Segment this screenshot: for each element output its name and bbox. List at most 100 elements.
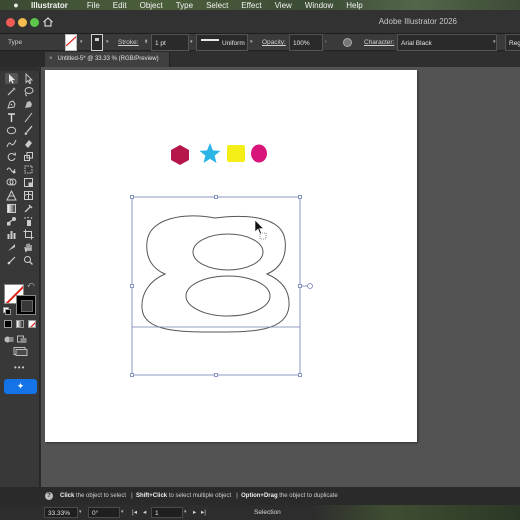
gradient-mode-icon[interactable]	[16, 320, 24, 328]
artboard-number-field[interactable]: 1	[151, 507, 183, 518]
canvas-workspace[interactable]	[41, 67, 520, 487]
stroke-black-swatch[interactable]	[16, 295, 36, 315]
font-style-field[interactable]: Reg	[505, 34, 520, 51]
menu-view[interactable]: View	[275, 1, 292, 10]
zoom-window-button[interactable]	[30, 18, 39, 27]
stroke-weight-field[interactable]: 1 pt	[151, 34, 189, 51]
curvature-tool-icon[interactable]	[22, 99, 35, 110]
glyph-8-outer-path[interactable]	[141, 215, 290, 333]
handle-bottom-left[interactable]	[130, 373, 134, 377]
menu-select[interactable]: Select	[206, 1, 228, 10]
menu-effect[interactable]: Effect	[241, 1, 261, 10]
close-tab-icon[interactable]: ×	[49, 56, 53, 62]
rotate-tool-icon[interactable]	[5, 151, 18, 162]
opacity-field[interactable]: 100%	[289, 34, 323, 51]
circle-shape[interactable]	[251, 144, 267, 163]
eraser-tool-icon[interactable]	[22, 138, 35, 149]
tools-panel-grip[interactable]	[0, 67, 40, 71]
last-artboard-icon[interactable]: ▸|	[201, 507, 206, 518]
selection-handles[interactable]	[130, 195, 313, 377]
free-transform-tool-icon[interactable]	[22, 164, 35, 175]
selection-bounding-box[interactable]	[130, 195, 313, 377]
edit-toolbar-icon[interactable]: •••	[14, 363, 25, 372]
stroke-stepper-icon[interactable]: ⬍	[144, 34, 148, 51]
magic-wand-tool-icon[interactable]	[5, 86, 18, 97]
zoom-level-field[interactable]: 33.33%	[44, 507, 78, 518]
hand-tool-icon[interactable]	[22, 242, 35, 253]
rotation-dropdown-icon[interactable]: ▾	[121, 507, 124, 518]
pen-tool-icon[interactable]	[5, 99, 18, 110]
selection-tool-icon[interactable]	[5, 73, 18, 84]
minimize-window-button[interactable]	[18, 18, 27, 27]
home-icon[interactable]	[42, 16, 54, 28]
hexagon-shape[interactable]	[171, 145, 189, 165]
rotate-view-tool-icon[interactable]	[5, 255, 18, 266]
square-shape[interactable]	[227, 145, 245, 162]
slice-tool-icon[interactable]	[5, 242, 18, 253]
glyph-8-outline[interactable]	[141, 215, 290, 333]
rectangle-tool-icon[interactable]	[5, 125, 18, 136]
current-tool-label[interactable]: Selection	[254, 507, 281, 518]
profile-dropdown-icon[interactable]: ▾	[250, 34, 253, 51]
font-family-field[interactable]: Arial Black	[397, 34, 497, 51]
close-window-button[interactable]	[6, 18, 15, 27]
draw-normal-icon[interactable]	[4, 335, 14, 344]
handle-top-center[interactable]	[214, 195, 218, 199]
blend-tool-icon[interactable]	[5, 216, 18, 227]
glyph-8-lower-counter[interactable]	[185, 275, 271, 317]
character-label[interactable]: Character:	[364, 34, 394, 51]
recolor-icon[interactable]	[343, 38, 352, 47]
fill-color-swatch[interactable]	[65, 34, 77, 51]
previous-artboard-icon[interactable]: ◂	[143, 507, 146, 518]
eyedropper-tool-icon[interactable]	[22, 203, 35, 214]
handle-middle-right[interactable]	[298, 284, 302, 288]
stroke-label[interactable]: Stroke:	[118, 34, 139, 51]
font-family-dropdown-icon[interactable]: ▾	[493, 34, 496, 51]
direct-selection-tool-icon[interactable]	[22, 73, 35, 84]
color-mode-icon[interactable]	[4, 320, 12, 328]
menu-window[interactable]: Window	[305, 1, 333, 10]
screen-mode-icon[interactable]	[10, 347, 30, 356]
artboard-tool-icon[interactable]	[22, 229, 35, 240]
menu-app-name[interactable]: Illustrator	[31, 1, 68, 10]
zoom-tool-icon[interactable]	[22, 255, 35, 266]
handle-top-left[interactable]	[130, 195, 134, 199]
rotation-handle[interactable]	[307, 283, 313, 289]
menu-file[interactable]: File	[87, 1, 100, 10]
line-segment-tool-icon[interactable]	[22, 112, 35, 123]
type-tool-icon[interactable]	[5, 112, 18, 123]
warp-tool-icon[interactable]	[5, 164, 18, 175]
rotation-field[interactable]: 0°	[88, 507, 120, 518]
draw-mode-options-icon[interactable]	[17, 335, 27, 344]
handle-top-right[interactable]	[298, 195, 302, 199]
mesh-tool-icon[interactable]	[22, 190, 35, 201]
opacity-label[interactable]: Opacity:	[262, 34, 286, 51]
menu-type[interactable]: Type	[176, 1, 193, 10]
none-mode-icon[interactable]	[28, 320, 36, 328]
document-tab[interactable]: × Untitled-5* @ 33.33 % (RGB/Preview)	[45, 52, 170, 67]
help-icon[interactable]: ?	[45, 492, 53, 500]
apple-icon[interactable]: ●	[11, 0, 21, 10]
stroke-color-swatch[interactable]	[91, 34, 103, 51]
stroke-weight-dropdown-icon[interactable]: ▾	[190, 34, 193, 51]
next-artboard-icon[interactable]: ▸	[193, 507, 196, 518]
column-graph-tool-icon[interactable]	[5, 229, 18, 240]
paintbrush-tool-icon[interactable]	[22, 125, 35, 136]
menu-object[interactable]: Object	[140, 1, 163, 10]
lasso-tool-icon[interactable]	[22, 86, 35, 97]
scale-tool-icon[interactable]	[22, 151, 35, 162]
live-paint-tool-icon[interactable]	[22, 177, 35, 188]
star-shape[interactable]	[199, 143, 221, 163]
handle-bottom-center[interactable]	[214, 373, 218, 377]
fill-dropdown-icon[interactable]: ▾	[80, 34, 83, 51]
default-fill-stroke-icon[interactable]	[3, 307, 11, 315]
menu-help[interactable]: Help	[346, 1, 362, 10]
handle-bottom-right[interactable]	[298, 373, 302, 377]
artboard-dropdown-icon[interactable]: ▾	[184, 507, 187, 518]
handle-middle-left[interactable]	[130, 284, 134, 288]
first-artboard-icon[interactable]: |◂	[132, 507, 137, 518]
swap-fill-stroke-icon[interactable]: ⤺	[27, 282, 34, 290]
symbol-sprayer-tool-icon[interactable]	[22, 216, 35, 227]
perspective-grid-tool-icon[interactable]	[5, 190, 18, 201]
glyph-8-upper-counter[interactable]	[192, 233, 264, 271]
